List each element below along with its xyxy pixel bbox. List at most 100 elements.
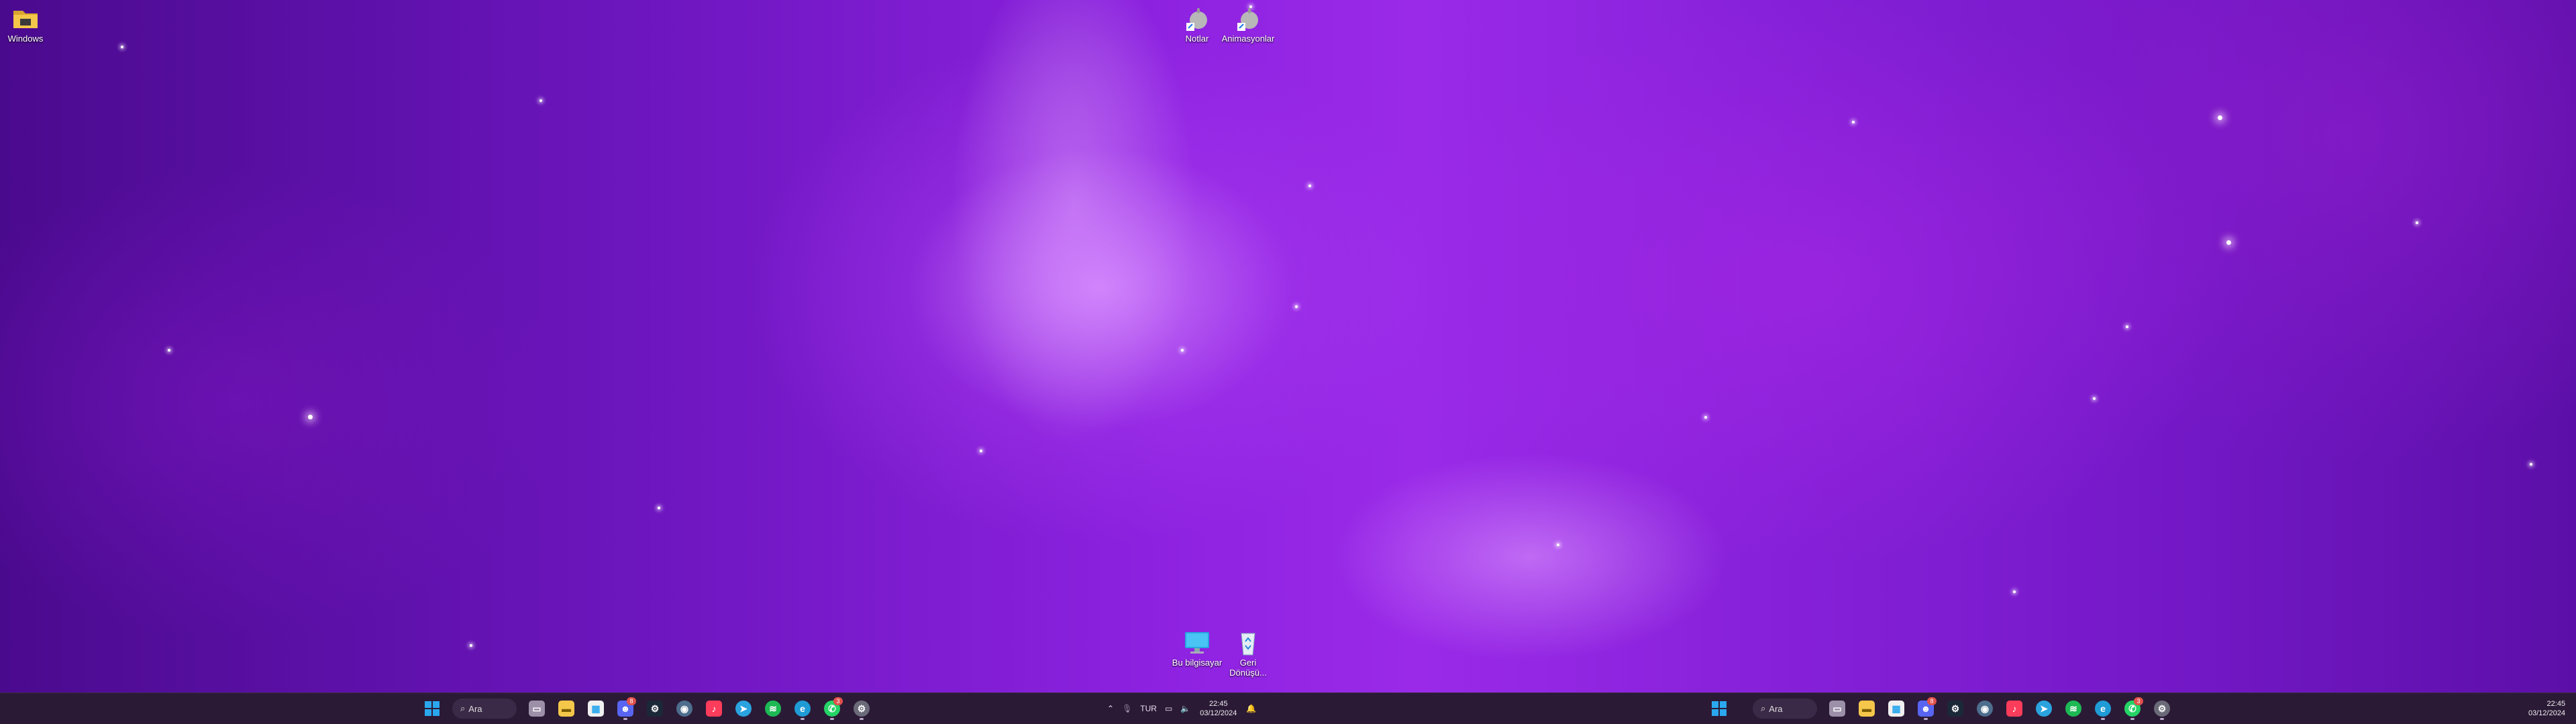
app-button[interactable]: ◉ — [672, 696, 697, 721]
settings-button[interactable]: ⚙ — [849, 696, 874, 721]
edge-icon: e — [794, 701, 811, 717]
running-indicator — [860, 718, 864, 720]
star — [1557, 544, 1559, 546]
edge-icon: e — [2095, 701, 2111, 717]
desktop-icon-label: Animasyonlar — [1221, 34, 1275, 44]
star — [2126, 325, 2128, 328]
file-explorer-icon: ▬ — [1859, 701, 1875, 717]
discord-button-2[interactable]: ☻ 8 — [1914, 696, 1938, 721]
microsoft-store-button[interactable]: ▦ — [584, 696, 608, 721]
search-box[interactable]: ⌕ Ara — [452, 699, 517, 719]
language-indicator[interactable]: TUR — [1140, 704, 1157, 713]
app-button-2[interactable]: ◉ — [1973, 696, 1997, 721]
desktop-icon-label: Bu bilgisayar — [1172, 658, 1223, 668]
task-view-button[interactable]: ▭ — [525, 696, 549, 721]
star — [1852, 121, 1855, 123]
clock-date: 03/12/2024 — [2528, 709, 2566, 717]
network-icon[interactable]: ▭ — [1165, 704, 1172, 713]
recycle-bin-icon — [1233, 629, 1263, 656]
start-button[interactable] — [420, 696, 444, 721]
telegram-icon: ➤ — [735, 701, 752, 717]
search-icon: ⌕ — [1761, 703, 1766, 713]
running-indicator — [830, 718, 834, 720]
steam-icon: ⚙ — [647, 701, 663, 717]
notification-badge: 3 — [2134, 697, 2143, 705]
itunes-button[interactable]: ♪ — [702, 696, 726, 721]
running-indicator — [1924, 718, 1928, 720]
whatsapp-button[interactable]: ✆ 3 — [820, 696, 844, 721]
apple-shortcut-icon — [1233, 5, 1263, 32]
task-view-icon: ▭ — [1829, 701, 1845, 717]
task-view-button-2[interactable]: ▭ — [1825, 696, 1849, 721]
running-indicator — [801, 718, 805, 720]
running-indicator — [623, 718, 627, 720]
clock-date: 03/12/2024 — [1200, 709, 1237, 717]
file-explorer-icon: ▬ — [558, 701, 574, 717]
search-icon: ⌕ — [460, 703, 466, 713]
star — [980, 450, 982, 452]
settings-icon: ⚙ — [854, 701, 870, 717]
star — [2013, 590, 2016, 593]
itunes-icon: ♪ — [706, 701, 722, 717]
apple-shortcut-icon — [1182, 5, 1212, 32]
edge-button[interactable]: e — [790, 696, 815, 721]
desktop-icon-windows[interactable]: Windows — [0, 5, 54, 44]
desktop-icon-label: Notlar — [1185, 34, 1209, 44]
taskbar-apps-right: ⌕ Ara ▭ ▬ ▦ ☻ 8 ⚙ ◉ ♪ ➤ ≋ e ✆ 3 ⚙ — [1704, 693, 2177, 724]
spotify-button[interactable]: ≋ — [761, 696, 785, 721]
desktop-icon-recycle-bin[interactable]: Geri Dönüşü... — [1220, 629, 1276, 678]
star — [1295, 305, 1298, 308]
edge-button-2[interactable]: e — [2091, 696, 2115, 721]
running-indicator — [2130, 718, 2134, 720]
volume-icon[interactable]: 🔈 — [1180, 704, 1190, 713]
telegram-button-2[interactable]: ➤ — [2032, 696, 2056, 721]
notification-badge: 8 — [1927, 697, 1937, 705]
microsoft-store-icon: ▦ — [1888, 701, 1904, 717]
notification-badge: 3 — [833, 697, 843, 705]
star — [658, 507, 660, 509]
spotify-button-2[interactable]: ≋ — [2061, 696, 2085, 721]
star — [2530, 463, 2532, 466]
steam-icon: ⚙ — [1947, 701, 1963, 717]
star — [121, 46, 123, 48]
star — [1704, 416, 1707, 419]
star — [2093, 397, 2096, 400]
itunes-button-2[interactable]: ♪ — [2002, 696, 2026, 721]
running-indicator — [2101, 718, 2105, 720]
taskbar: ⌕ Ara ▭ ▬ ▦ ☻ 8 ⚙ ◉ ♪ ➤ ≋ e ✆ 3 ⚙ ⌃ 🎙 TUR … — [0, 692, 2576, 724]
spotify-icon: ≋ — [2065, 701, 2081, 717]
task-view-icon: ▭ — [529, 701, 545, 717]
start-button-2[interactable] — [1707, 696, 1731, 721]
star — [2218, 115, 2222, 120]
star — [168, 349, 170, 352]
desktop-wallpaper: Windows Notlar Animasyonlar Bu bilgisaya… — [0, 0, 2576, 692]
search-box-2[interactable]: ⌕ Ara — [1753, 699, 1817, 719]
microsoft-store-button-2[interactable]: ▦ — [1884, 696, 1908, 721]
desktop-icon-animasyonlar[interactable]: Animasyonlar — [1220, 5, 1276, 44]
settings-button-2[interactable]: ⚙ — [2150, 696, 2174, 721]
chevron-up-icon[interactable]: ⌃ — [1107, 704, 1114, 713]
steam-button[interactable]: ⚙ — [643, 696, 667, 721]
star — [1181, 349, 1184, 352]
desktop-icon-notlar[interactable]: Notlar — [1169, 5, 1225, 44]
file-explorer-button-2[interactable]: ▬ — [1855, 696, 1879, 721]
clock[interactable]: 22:45 03/12/2024 — [1200, 699, 1237, 718]
settings-icon: ⚙ — [2154, 701, 2170, 717]
clock-2[interactable]: 22:45 03/12/2024 — [2528, 699, 2565, 718]
microphone-icon[interactable]: 🎙 — [1122, 704, 1132, 713]
notification-badge: 8 — [627, 697, 636, 705]
star — [1308, 185, 1311, 187]
telegram-icon: ➤ — [2036, 701, 2052, 717]
whatsapp-button-2[interactable]: ✆ 3 — [2120, 696, 2145, 721]
star — [2226, 240, 2231, 245]
desktop-icon-this-pc[interactable]: Bu bilgisayar — [1169, 629, 1225, 668]
clock-time: 22:45 — [1209, 700, 1228, 708]
taskbar-apps-left: ⌕ Ara ▭ ▬ ▦ ☻ 8 ⚙ ◉ ♪ ➤ ≋ e ✆ 3 ⚙ — [417, 693, 876, 724]
spotify-icon: ≋ — [765, 701, 781, 717]
telegram-button[interactable]: ➤ — [731, 696, 756, 721]
star — [308, 415, 313, 419]
notification-bell-icon[interactable]: 🔔 — [1246, 704, 1256, 713]
file-explorer-button[interactable]: ▬ — [554, 696, 578, 721]
discord-button[interactable]: ☻ 8 — [613, 696, 637, 721]
steam-button-2[interactable]: ⚙ — [1943, 696, 1967, 721]
